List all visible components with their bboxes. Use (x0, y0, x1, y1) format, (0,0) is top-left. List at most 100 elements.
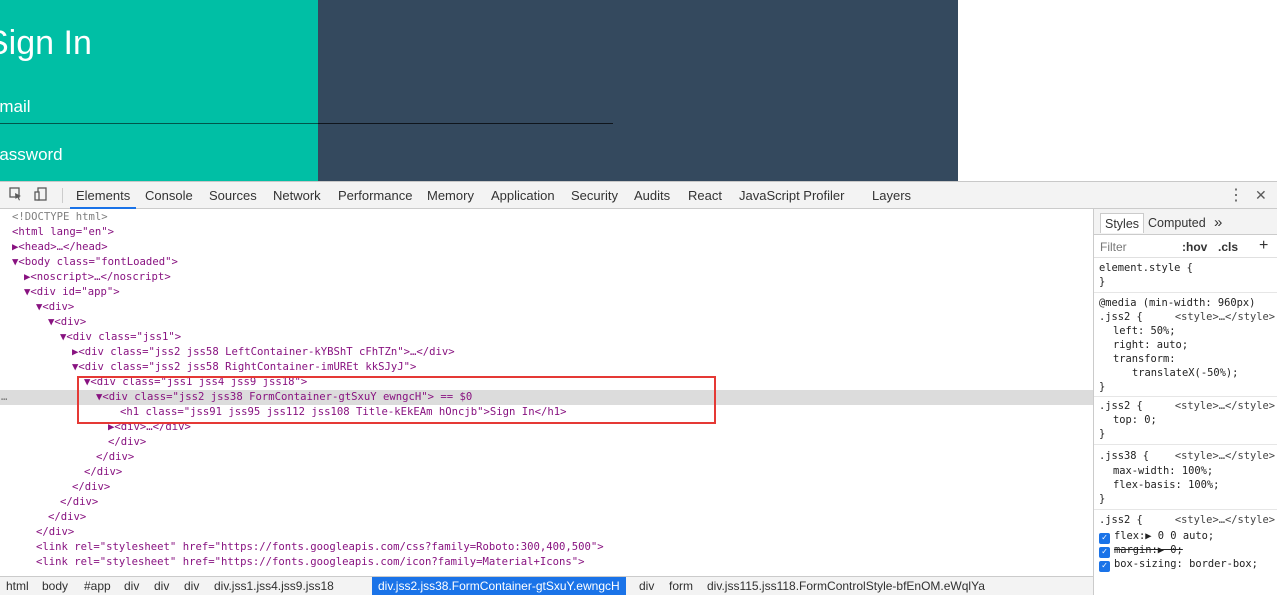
rule-source-link[interactable]: <style>…</style> (1175, 310, 1275, 324)
element-style-selector: element.style { (1099, 262, 1193, 274)
breadcrumb-item[interactable]: html (4, 577, 31, 595)
rule-selector: .jss2 {<style>…</style> (1099, 399, 1275, 413)
styles-pane: Styles Computed » Filter :hov .cls + ele… (1093, 209, 1277, 595)
rule-source-link[interactable]: <style>…</style> (1175, 449, 1275, 463)
dom-node[interactable]: <html lang="en"> (0, 225, 1093, 240)
dom-node[interactable]: ▼<div id="app"> (0, 285, 1093, 300)
hov-toggle[interactable]: :hov (1182, 240, 1207, 254)
dom-node[interactable]: <link rel="stylesheet" href="https://fon… (0, 540, 1093, 555)
breadcrumb-item-active[interactable]: div.jss2.jss38.FormContainer-gtSxuY.ewng… (372, 577, 626, 595)
css-property[interactable]: flex-basis: 100%; (1113, 478, 1219, 492)
css-property[interactable]: top: 0; (1113, 413, 1157, 427)
css-property[interactable]: transform: (1113, 352, 1176, 366)
device-toolbar-icon[interactable] (33, 187, 49, 203)
breadcrumb-item[interactable]: div (152, 577, 171, 595)
filter-input[interactable]: Filter (1100, 240, 1127, 254)
tab-application[interactable]: Application (491, 182, 555, 209)
dom-node[interactable]: </div> (0, 495, 1093, 510)
devtools-tabbar: Elements Console Sources Network Perform… (0, 182, 1277, 209)
right-container (318, 0, 958, 181)
css-property[interactable]: right: auto; (1113, 338, 1188, 352)
tab-react[interactable]: React (688, 182, 722, 209)
dom-node[interactable]: ▼<div> (0, 300, 1093, 315)
devtools-panel: Elements Console Sources Network Perform… (0, 181, 1277, 595)
dom-node[interactable]: ▼<div> (0, 315, 1093, 330)
breadcrumb-item[interactable]: body (40, 577, 70, 595)
rule-divider (1094, 509, 1277, 510)
rule-source-link[interactable]: <style>…</style> (1175, 399, 1275, 413)
dom-node[interactable]: ▶<noscript>…</noscript> (0, 270, 1093, 285)
dom-node[interactable]: </div> (0, 450, 1093, 465)
dom-node[interactable]: </div> (0, 525, 1093, 540)
tab-computed[interactable]: Computed (1144, 213, 1210, 233)
password-field[interactable]: Password (0, 145, 63, 165)
kebab-menu-icon[interactable]: ⋮ (1228, 182, 1244, 209)
dom-node[interactable]: </div> (0, 480, 1093, 495)
node-actions-ellipsis[interactable]: … (1, 390, 7, 405)
dom-node[interactable]: <h1 class="jss91 jss95 jss112 jss108 Tit… (0, 405, 1093, 420)
page-preview: Sign In Email Password (0, 0, 1277, 181)
dom-node[interactable]: ▼<div class="jss1"> (0, 330, 1093, 345)
dom-node[interactable]: ▼<div class="jss2 jss58 RightContainer-i… (0, 360, 1093, 375)
tab-elements[interactable]: Elements (70, 182, 137, 209)
rule-selector: .jss2 {<style>…</style> (1099, 513, 1275, 527)
rule-close: } (1099, 428, 1106, 440)
css-property-row[interactable]: ✓ box-sizing: border-box; (1099, 557, 1258, 572)
checkbox-icon[interactable]: ✓ (1099, 561, 1110, 572)
breadcrumb-item[interactable]: #app (82, 577, 113, 595)
tab-audits[interactable]: Audits (634, 182, 670, 209)
tab-styles[interactable]: Styles (1100, 213, 1145, 233)
email-field[interactable]: Email (0, 97, 31, 117)
rule-selector: .jss2 {<style>…</style> (1099, 310, 1275, 324)
rule-divider (1094, 396, 1277, 397)
css-property-value[interactable]: translateX(-50%); (1132, 366, 1238, 380)
rule-source-link[interactable]: <style>…</style> (1175, 513, 1275, 527)
css-property[interactable]: max-width: 100%; (1113, 464, 1213, 478)
styles-filter: Filter :hov .cls + (1094, 236, 1277, 258)
tab-security[interactable]: Security (571, 182, 618, 209)
rule-divider (1094, 292, 1277, 293)
more-tabs-icon[interactable]: » (1210, 213, 1226, 233)
styles-tabbar: Styles Computed » (1094, 209, 1277, 235)
breadcrumb-item[interactable]: div.jss115.jss118.FormControlStyle-bfEnO… (705, 577, 987, 595)
dom-node[interactable]: ▶<div class="jss2 jss58 LeftContainer-kY… (0, 345, 1093, 360)
breadcrumb-item[interactable]: form (667, 577, 695, 595)
left-container: Sign In Email Password (0, 0, 318, 181)
breadcrumb-item[interactable]: div (122, 577, 141, 595)
breadcrumb-item[interactable]: div (637, 577, 656, 595)
dom-node[interactable]: </div> (0, 435, 1093, 450)
tab-console[interactable]: Console (145, 182, 193, 209)
toolbar-divider (62, 188, 63, 203)
rule-selector: .jss38 {<style>…</style> (1099, 449, 1275, 463)
dom-node[interactable]: ▶<div>…</div> (0, 420, 1093, 435)
rule-close: } (1099, 381, 1106, 393)
cls-toggle[interactable]: .cls (1218, 240, 1238, 254)
dom-node[interactable]: </div> (0, 510, 1093, 525)
dom-node[interactable]: <!DOCTYPE html> (0, 210, 1093, 225)
rule-close: } (1099, 276, 1106, 288)
dom-node[interactable]: ▶<head>…</head> (0, 240, 1093, 255)
breadcrumb-item[interactable]: div.jss1.jss4.jss9.jss18 (212, 577, 336, 595)
dom-node[interactable]: ▼<body class="fontLoaded"> (0, 255, 1093, 270)
css-property[interactable]: left: 50%; (1113, 324, 1176, 338)
dom-node-selected[interactable]: … ▼<div class="jss2 jss38 FormContainer-g… (0, 390, 1093, 405)
tab-layers[interactable]: Layers (872, 182, 911, 209)
breadcrumb: html body #app div div div div.jss1.jss4… (0, 576, 1093, 595)
dom-node[interactable]: <link rel="stylesheet" href="https://fon… (0, 555, 1093, 570)
tab-javascript-profiler[interactable]: JavaScript Profiler (739, 182, 844, 209)
css-property-row[interactable]: ✓ flex:▶ 0 0 auto; (1099, 529, 1214, 544)
breadcrumb-item[interactable]: div (182, 577, 201, 595)
tab-memory[interactable]: Memory (427, 182, 474, 209)
media-query: @media (min-width: 960px) (1099, 297, 1256, 309)
dom-node[interactable]: </div> (0, 465, 1093, 480)
css-property-row[interactable]: ✓ margin:▶ 0; (1099, 543, 1183, 558)
close-icon[interactable]: ✕ (1255, 182, 1267, 209)
rule-divider (1094, 444, 1277, 445)
new-rule-icon[interactable]: + (1259, 237, 1268, 255)
tab-performance[interactable]: Performance (338, 182, 412, 209)
tab-network[interactable]: Network (273, 182, 321, 209)
rule-close: } (1099, 493, 1106, 505)
inspect-element-icon[interactable] (8, 187, 24, 203)
tab-sources[interactable]: Sources (209, 182, 257, 209)
dom-node[interactable]: ▼<div class="jss1 jss4 jss9 jss18"> (0, 375, 1093, 390)
